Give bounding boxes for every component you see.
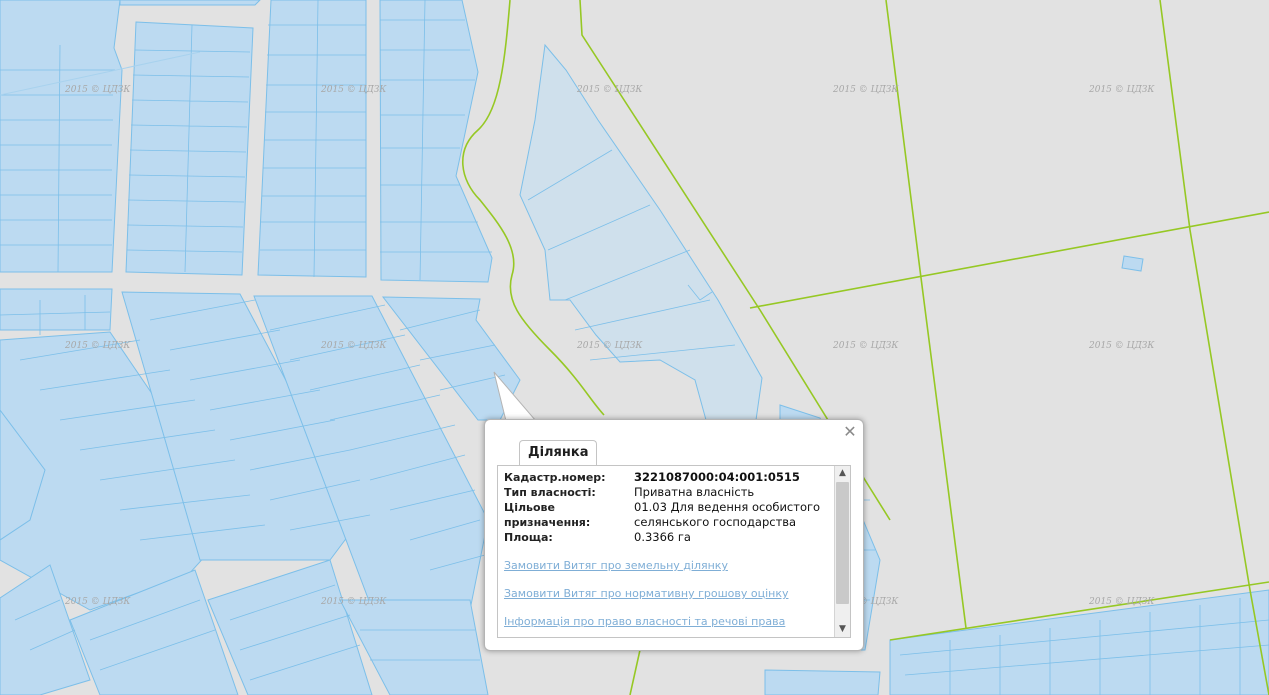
field-label: Кадастр.номер: xyxy=(504,471,606,484)
field-label: Площа: xyxy=(504,531,553,544)
tab-parcel[interactable]: Ділянка xyxy=(519,440,598,466)
cadastral-number-value: 3221087000:04:001:0515 xyxy=(634,470,800,484)
scrollbar-thumb[interactable] xyxy=(836,482,849,604)
watermark-text: 2015 © ЦДЗК xyxy=(320,597,387,607)
popup-scrollbar[interactable]: ▲ ▼ xyxy=(834,466,850,637)
parcel-info-content: Кадастр.номер: 3221087000:04:001:0515 Ти… xyxy=(504,470,834,637)
watermark-text: 2015 © ЦДЗК xyxy=(64,341,131,351)
parcel-block xyxy=(0,288,113,331)
field-row-cadastral-number: Кадастр.номер: 3221087000:04:001:0515 xyxy=(504,470,834,485)
watermark-text: 2015 © ЦДЗК xyxy=(1088,341,1155,351)
order-valuation-extract-link[interactable]: Замовити Витяг про нормативну грошову оц… xyxy=(504,587,834,600)
ownership-info-link[interactable]: Інформація про право власності та речові… xyxy=(504,615,834,628)
watermark-text: 2015 © ЦДЗК xyxy=(320,85,387,95)
field-label: Цільове призначення: xyxy=(504,501,591,529)
close-icon[interactable]: ✕ xyxy=(843,424,857,440)
parcel-block xyxy=(119,0,261,6)
watermark-text: 2015 © ЦДЗК xyxy=(832,341,899,351)
parcel-block xyxy=(257,0,367,278)
area-value: 0.3366 га xyxy=(634,530,691,544)
field-label: Тип власності: xyxy=(504,486,596,499)
scroll-down-icon[interactable]: ▼ xyxy=(835,622,850,637)
watermark-text: 2015 © ЦДЗК xyxy=(320,341,387,351)
field-row-purpose: Цільове призначення: 01.03 Для ведення о… xyxy=(504,500,834,530)
parcel-block xyxy=(1121,255,1144,272)
parcel-block xyxy=(0,0,123,273)
order-land-extract-link[interactable]: Замовити Витяг про земельну ділянку xyxy=(504,559,834,572)
watermark-text: 2015 © ЦДЗК xyxy=(1088,85,1155,95)
scroll-up-icon[interactable]: ▲ xyxy=(835,466,850,481)
parcel-block xyxy=(125,21,254,276)
watermark-text: 2015 © ЦДЗК xyxy=(1088,597,1155,607)
parcel-block xyxy=(764,669,881,695)
parcel-info-panel[interactable]: Кадастр.номер: 3221087000:04:001:0515 Ти… xyxy=(497,465,851,638)
watermark-text: 2015 © ЦДЗК xyxy=(576,85,643,95)
watermark-text: 2015 © ЦДЗК xyxy=(832,85,899,95)
ownership-type-value: Приватна власність xyxy=(634,485,755,499)
popup-links: Замовити Витяг про земельну ділянку Замо… xyxy=(504,559,834,628)
purpose-value: 01.03 Для ведення особистого селянського… xyxy=(634,500,821,529)
watermark-text: 2015 © ЦДЗК xyxy=(576,341,643,351)
watermark-text: 2015 © ЦДЗК xyxy=(64,85,131,95)
field-row-ownership-type: Тип власності: Приватна власність xyxy=(504,485,834,500)
watermark-text: 2015 © ЦДЗК xyxy=(64,597,131,607)
parcel-info-popup: ✕ Ділянка Кадастр.номер: 3221087000:04:0… xyxy=(484,419,864,651)
field-row-area: Площа: 0.3366 га xyxy=(504,530,834,545)
